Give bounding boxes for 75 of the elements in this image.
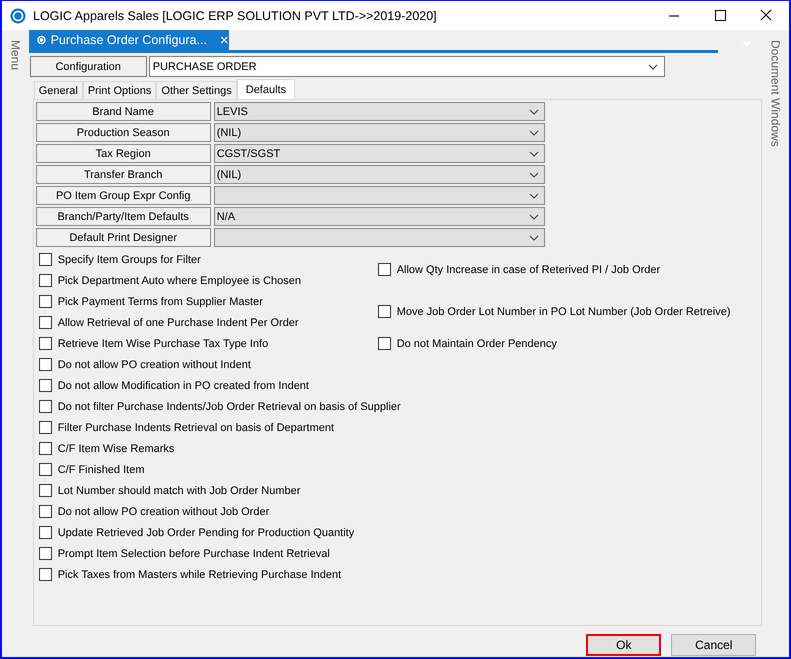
tab[interactable]: General [34, 81, 83, 99]
checkbox-label: Specify Item Groups for Filter [58, 254, 201, 266]
checkbox[interactable] [38, 568, 52, 581]
chevron-down-icon[interactable] [528, 130, 539, 136]
document-tab[interactable]: Purchase Order Configura... × [28, 30, 229, 50]
checkbox-label: Do not allow PO creation without Indent [58, 358, 251, 370]
checkbox[interactable] [38, 358, 52, 371]
close-tab-button[interactable]: × [220, 32, 229, 48]
tab[interactable]: Print Options [82, 81, 156, 99]
app-logo-icon [36, 33, 46, 47]
menu-panel-tab[interactable]: Menu [8, 40, 22, 70]
checkbox-label: C/F Item Wise Remarks [58, 442, 174, 454]
checkbox-label: Do not allow Modification in PO created from Indent [58, 380, 309, 392]
checkbox[interactable] [38, 337, 52, 350]
checkbox-label: Allow Qty Increase in case of Reterived PI / Job Order [396, 264, 660, 276]
checkbox[interactable] [38, 484, 52, 497]
configuration-label: Configuration [30, 56, 147, 77]
window-title: LOGIC Apparels Sales [LOGIC ERP SOLUTION PVT LTD->>2019-2020] [33, 8, 438, 22]
checkbox-label: Move Job Order Lot Number in PO Lot Number (Job Order Retreive) [396, 306, 730, 318]
checkbox-label: Lot Number should match with Job Order Number [58, 484, 300, 496]
checkbox[interactable] [38, 400, 52, 413]
checkbox[interactable] [38, 547, 52, 560]
checkbox-label: Filter Purchase Indents Retrieval on basis of Department [58, 422, 334, 434]
field-label: Production Season [36, 123, 211, 142]
checkbox[interactable] [38, 253, 52, 266]
checkbox-label: Retrieve Item Wise Purchase Tax Type Info [58, 338, 268, 350]
dropdown-field[interactable]: LEVIS [214, 102, 545, 121]
field-label: Brand Name [36, 102, 211, 121]
dropdown-field[interactable]: (NIL) [214, 165, 545, 184]
checkbox[interactable] [38, 463, 52, 476]
document-windows-tab[interactable]: Document Windows [768, 40, 783, 147]
tab[interactable]: Defaults [236, 79, 296, 99]
checkbox[interactable] [38, 442, 52, 455]
dropdown-field[interactable]: N/A [214, 207, 545, 226]
chevron-down-icon[interactable] [528, 108, 539, 114]
checkbox-label: Prompt Item Selection before Purchase Indent Retrieval [58, 548, 330, 560]
chevron-down-icon[interactable] [528, 150, 539, 156]
checkbox[interactable] [38, 274, 52, 287]
dropdown-field[interactable]: CGST/SGST [214, 144, 545, 163]
checkbox[interactable] [38, 379, 52, 392]
dropdown-field[interactable] [214, 228, 545, 247]
chevron-down-icon[interactable] [528, 172, 539, 178]
checkbox-label: Pick Payment Terms from Supplier Master [58, 296, 263, 308]
chevron-down-icon[interactable] [528, 192, 539, 198]
app-logo-icon [10, 8, 26, 24]
chevron-down-icon[interactable] [528, 234, 539, 240]
checkbox-label: Pick Department Auto where Employee is Chosen [58, 274, 302, 286]
field-label: Default Print Designer [36, 228, 211, 247]
tab[interactable]: Other Settings [156, 81, 237, 99]
checkbox-label: Do not allow PO creation without Job Order [58, 506, 270, 518]
field-label: Tax Region [36, 144, 211, 163]
field-label: PO Item Group Expr Config [36, 186, 211, 205]
checkbox-label: Do not filter Purchase Indents/Job Order Retrieval on basis of Supplier [58, 400, 401, 412]
checkbox-label: C/F Finished Item [58, 464, 144, 476]
checkbox-label: Allow Retrieval of one Purchase Indent Per Order [58, 316, 299, 328]
field-label: Branch/Party/Item Defaults [36, 207, 211, 226]
chevron-down-icon[interactable] [648, 64, 658, 70]
checkbox-label: Pick Taxes from Masters while Retrieving Purchase Indent [58, 568, 342, 580]
checkbox-label: Do not Maintain Order Pendency [396, 338, 557, 350]
checkbox[interactable] [378, 305, 391, 318]
ok-button[interactable]: Ok [586, 634, 662, 656]
dropdown-field[interactable] [214, 186, 545, 205]
checkbox[interactable] [378, 337, 391, 350]
dropdown-field[interactable]: (NIL) [214, 123, 545, 142]
cancel-button[interactable]: Cancel [671, 634, 756, 656]
checkbox[interactable] [38, 316, 52, 329]
checkbox[interactable] [38, 505, 52, 518]
field-label: Transfer Branch [36, 165, 211, 184]
checkbox[interactable] [38, 421, 52, 434]
chevron-down-icon[interactable] [528, 214, 539, 220]
checkbox[interactable] [38, 526, 52, 539]
checkbox[interactable] [38, 295, 52, 308]
checkbox[interactable] [378, 263, 391, 276]
checkbox-label: Update Retrieved Job Order Pending for Production Quantity [58, 526, 354, 538]
configuration-dropdown[interactable]: PURCHASE ORDER [148, 56, 665, 77]
